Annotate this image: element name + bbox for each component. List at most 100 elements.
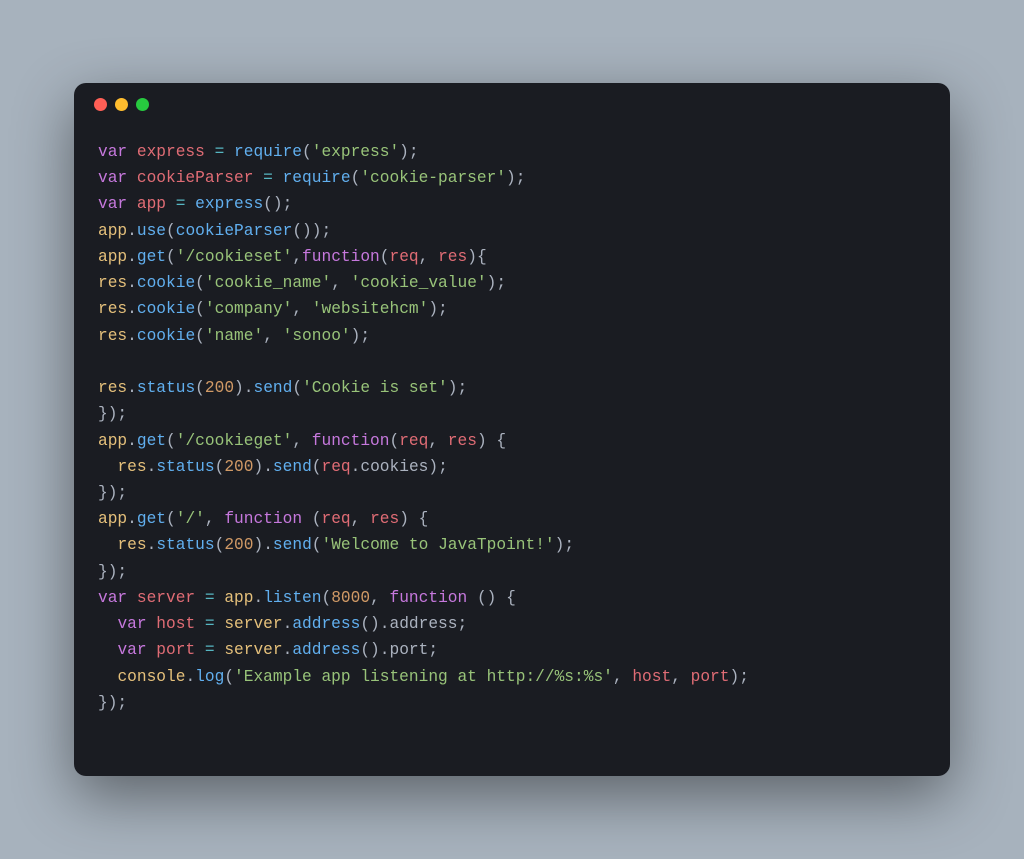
token-obj: app [224,589,253,607]
token-punc: ); [506,169,525,187]
code-line: res.status(200).send('Welcome to JavaTpo… [98,532,926,558]
close-icon[interactable] [94,98,107,111]
token-fn: log [195,668,224,686]
token-punc [273,169,283,187]
editor-window: var express = require('express');var coo… [74,83,950,776]
token-punc: ( [166,222,176,240]
zoom-icon[interactable] [136,98,149,111]
token-punc [195,589,205,607]
minimize-icon[interactable] [115,98,128,111]
token-punc: ( [312,458,322,476]
token-fn: require [283,169,351,187]
code-line: }); [98,401,926,427]
token-fn: listen [263,589,321,607]
token-fn: send [273,458,312,476]
token-num: 200 [224,458,253,476]
token-punc: . [253,589,263,607]
token-fn: cookie [137,300,195,318]
token-obj: app [98,510,127,528]
token-fn: address [292,615,360,633]
code-line: app.use(cookieParser()); [98,218,926,244]
token-obj: res [117,458,146,476]
token-str: 'company' [205,300,292,318]
token-punc: . [127,432,137,450]
token-punc [205,143,215,161]
token-var: host [156,615,195,633]
code-line: var host = server.address().address; [98,611,926,637]
token-punc: ()); [292,222,331,240]
token-punc: ( [302,143,312,161]
token-kw: var [117,615,156,633]
token-str: 'Welcome to JavaTpoint!' [322,536,555,554]
token-punc [253,169,263,187]
token-punc [98,458,117,476]
token-punc [195,615,205,633]
token-kw: function [390,589,477,607]
token-prop: port [389,641,428,659]
token-punc: (). [360,641,389,659]
token-punc: ); [428,458,447,476]
token-punc: . [127,222,137,240]
token-punc: ( [166,432,176,450]
token-fn: get [137,248,166,266]
token-punc: ); [729,668,748,686]
token-op: = [205,615,215,633]
token-op: = [205,641,215,659]
token-var: host [632,668,671,686]
token-str: '/' [176,510,205,528]
token-fn: cookie [137,327,195,345]
token-str: 'sonoo' [283,327,351,345]
token-punc: ). [253,536,272,554]
token-fn: status [156,458,214,476]
token-obj: app [98,248,127,266]
token-var: req [322,458,351,476]
token-obj: server [224,615,282,633]
token-punc: . [185,668,195,686]
code-line: console.log('Example app listening at ht… [98,664,926,690]
token-punc: ). [253,458,272,476]
token-punc: }); [98,563,127,581]
token-punc: . [147,536,157,554]
token-punc [224,143,234,161]
code-line: }); [98,480,926,506]
token-punc: }); [98,694,127,712]
token-punc [185,195,195,213]
token-obj: server [224,641,282,659]
token-obj: res [98,274,127,292]
token-num: 200 [205,379,234,397]
token-punc: . [283,641,293,659]
token-punc [98,668,117,686]
token-punc: () { [477,589,516,607]
code-line [98,349,926,375]
token-kw: var [98,169,137,187]
token-punc: ( [292,379,302,397]
token-var: res [448,432,477,450]
token-punc: ); [351,327,370,345]
token-fn: cookie [137,274,195,292]
token-obj: console [117,668,185,686]
code-line: var port = server.address().port; [98,637,926,663]
token-obj: res [98,300,127,318]
token-num: 8000 [331,589,370,607]
token-kw: var [98,195,137,213]
token-punc: , [292,300,311,318]
token-punc: . [147,458,157,476]
code-editor[interactable]: var express = require('express');var coo… [74,127,950,776]
token-punc: , [351,510,370,528]
token-op: = [176,195,186,213]
token-fn: status [137,379,195,397]
token-punc [166,195,176,213]
token-kw: var [98,589,137,607]
token-punc: ) { [399,510,428,528]
token-punc: , [671,668,690,686]
token-punc: , [419,248,438,266]
token-punc: . [127,327,137,345]
token-prop: cookies [360,458,428,476]
token-var: res [438,248,467,266]
token-str: 'name' [205,327,263,345]
token-punc: ; [457,615,467,633]
token-kw: function [312,432,390,450]
token-str: '/cookieset' [176,248,293,266]
token-var: app [137,195,166,213]
token-var: req [389,248,418,266]
